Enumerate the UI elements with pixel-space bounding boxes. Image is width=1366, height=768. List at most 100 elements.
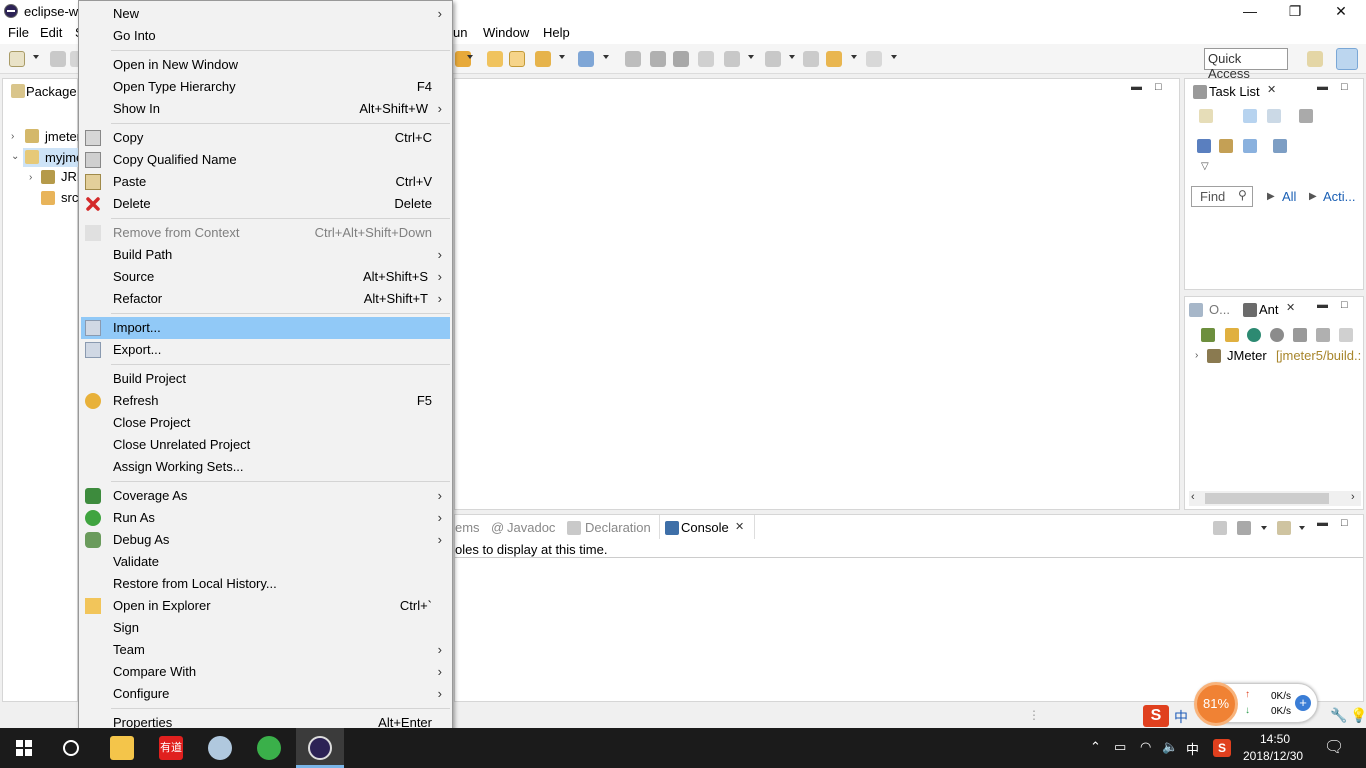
link-icon[interactable] [625, 51, 641, 67]
notification-icon[interactable]: 🗨 [1324, 737, 1344, 757]
open-folder-icon[interactable] [509, 51, 525, 67]
sogou-tray-icon[interactable]: S [1213, 739, 1231, 757]
eclipse-taskbar-icon[interactable] [308, 736, 332, 760]
menu-item-open-type-hierarchy[interactable]: Open Type Hierarchy F4 [81, 76, 450, 98]
menu-item-show-in[interactable]: Show In Alt+Shift+W › [81, 98, 450, 120]
expand-icon[interactable]: › [11, 131, 14, 142]
menu-item-export[interactable]: Export... [81, 339, 450, 361]
menu-item-run-as[interactable]: Run As › [81, 507, 450, 529]
menu-item-remove-from-context[interactable]: Remove from Context Ctrl+Alt+Shift+Down [81, 222, 450, 244]
remove-all-icon[interactable] [1316, 328, 1330, 342]
open-perspective-icon[interactable] [1307, 51, 1323, 67]
task-list-tab[interactable]: Task List [1209, 84, 1260, 99]
search-dropdown-icon[interactable] [603, 55, 609, 59]
run-dropdown-icon[interactable] [467, 55, 473, 59]
menu-item-assign-working-sets[interactable]: Assign Working Sets... [81, 456, 450, 478]
filter-icon[interactable] [1219, 139, 1233, 153]
youdao-icon[interactable]: 有道 [159, 736, 183, 760]
menu-item-copy-qualified-name[interactable]: Copy Qualified Name [81, 149, 450, 171]
menu-item-new[interactable]: New › [81, 3, 450, 25]
minimize-editor-icon[interactable]: ▬ [1131, 81, 1142, 93]
ime-tray-indicator[interactable]: 中 [1186, 739, 1199, 758]
collapse-icon[interactable]: ⌄ [11, 151, 19, 162]
quick-access-field[interactable]: Quick Access [1204, 48, 1288, 81]
tree-item-jmeter[interactable]: jmeter [45, 129, 81, 144]
toggle-mark-icon[interactable] [698, 51, 714, 67]
open-console-icon[interactable] [1277, 521, 1291, 535]
cortana-search-icon[interactable] [63, 740, 79, 756]
memory-usage-circle[interactable]: 81% [1194, 682, 1238, 726]
clock-date[interactable]: 2018/12/30 [1243, 749, 1303, 763]
outline-tab[interactable]: O... [1209, 302, 1230, 317]
scheduled-icon[interactable] [1267, 109, 1281, 123]
add-buildfiles-search-icon[interactable] [1225, 328, 1239, 342]
close-console-icon[interactable]: ✕ [735, 520, 744, 533]
menu-item-coverage-as[interactable]: Coverage As › [81, 485, 450, 507]
menu-item-close-unrelated-project[interactable]: Close Unrelated Project [81, 434, 450, 456]
menu-item-debug-as[interactable]: Debug As › [81, 529, 450, 551]
restore-button[interactable]: ❐ [1272, 0, 1318, 22]
build-dropdown-icon[interactable] [559, 55, 565, 59]
scroll-right-icon[interactable]: › [1351, 491, 1355, 503]
run-last-icon[interactable] [455, 51, 471, 67]
app-bird-icon[interactable] [208, 736, 232, 760]
clock-time[interactable]: 14:50 [1260, 732, 1290, 746]
sync-icon[interactable] [1273, 139, 1287, 153]
prev-annotation-icon[interactable] [765, 51, 781, 67]
pin-console-icon[interactable] [1213, 521, 1227, 535]
forward-dropdown-icon[interactable] [891, 55, 897, 59]
browser-360-icon[interactable] [257, 736, 281, 760]
new-task-icon[interactable] [1199, 109, 1213, 123]
categorized-icon[interactable] [1243, 109, 1257, 123]
new-wizard-icon[interactable] [9, 51, 25, 67]
menu-item-validate[interactable]: Validate [81, 551, 450, 573]
menu-item-compare-with[interactable]: Compare With › [81, 661, 450, 683]
minimize-ant-icon[interactable]: ▬ [1317, 299, 1328, 311]
tree-item-src[interactable]: src [61, 190, 78, 205]
open-console-dropdown-icon[interactable] [1299, 526, 1305, 530]
ime-mode-icon[interactable]: 中 [1174, 707, 1188, 727]
menu-item-configure[interactable]: Configure › [81, 683, 450, 705]
prev-annotation-dropdown-icon[interactable] [789, 55, 795, 59]
hide-completed-icon[interactable] [1197, 139, 1211, 153]
menu-help[interactable]: Help [543, 25, 570, 40]
maximize-console-icon[interactable]: □ [1341, 517, 1348, 529]
maximize-editor-icon[interactable]: □ [1155, 81, 1162, 93]
package-explorer-tab[interactable]: Package [26, 84, 77, 99]
battery-icon[interactable]: ▭ [1114, 739, 1126, 755]
run-target-icon[interactable] [1270, 328, 1284, 342]
declaration-tab[interactable]: Declaration [585, 520, 651, 535]
new-dropdown-icon[interactable] [33, 55, 39, 59]
menu-edit[interactable]: Edit [40, 25, 62, 40]
ant-tab[interactable]: Ant [1259, 302, 1279, 317]
forward-icon[interactable] [866, 51, 882, 67]
scroll-left-icon[interactable]: ‹ [1191, 491, 1195, 503]
add-widget-icon[interactable]: + [1295, 695, 1311, 711]
file-explorer-icon[interactable] [110, 736, 134, 760]
menu-item-go-into[interactable]: Go Into [81, 25, 450, 47]
bulb-icon[interactable]: 💡 [1350, 707, 1366, 724]
horizontal-scrollbar[interactable]: ‹ › [1189, 491, 1361, 506]
scrollbar-thumb[interactable] [1205, 493, 1329, 504]
start-windows-icon[interactable] [16, 740, 32, 756]
menu-item-build-project[interactable]: Build Project [81, 368, 450, 390]
display-console-dropdown-icon[interactable] [1261, 526, 1267, 530]
filter-activate-link[interactable]: Acti... [1323, 189, 1356, 204]
menu-item-restore-from-local-history[interactable]: Restore from Local History... [81, 573, 450, 595]
next-annotation-dropdown-icon[interactable] [748, 55, 754, 59]
expand-jre-icon[interactable]: › [29, 172, 32, 183]
maximize-panel-icon[interactable]: □ [1341, 81, 1348, 93]
annotation-icon[interactable] [673, 51, 689, 67]
add-buildfile-icon[interactable] [1201, 328, 1215, 342]
last-edit-icon[interactable] [803, 51, 819, 67]
hide-internal-icon[interactable] [1247, 328, 1261, 342]
collapse-ant-icon[interactable] [1339, 328, 1353, 342]
filter-all-link[interactable]: All [1282, 189, 1296, 204]
focus-icon[interactable] [1299, 109, 1313, 123]
java-perspective-icon[interactable] [1336, 48, 1358, 70]
menu-item-paste[interactable]: Paste Ctrl+V [81, 171, 450, 193]
menu-item-build-path[interactable]: Build Path › [81, 244, 450, 266]
problems-tab-partial[interactable]: ems [455, 520, 480, 535]
save-icon[interactable] [50, 51, 66, 67]
wifi-icon[interactable]: ◠ [1140, 739, 1151, 755]
